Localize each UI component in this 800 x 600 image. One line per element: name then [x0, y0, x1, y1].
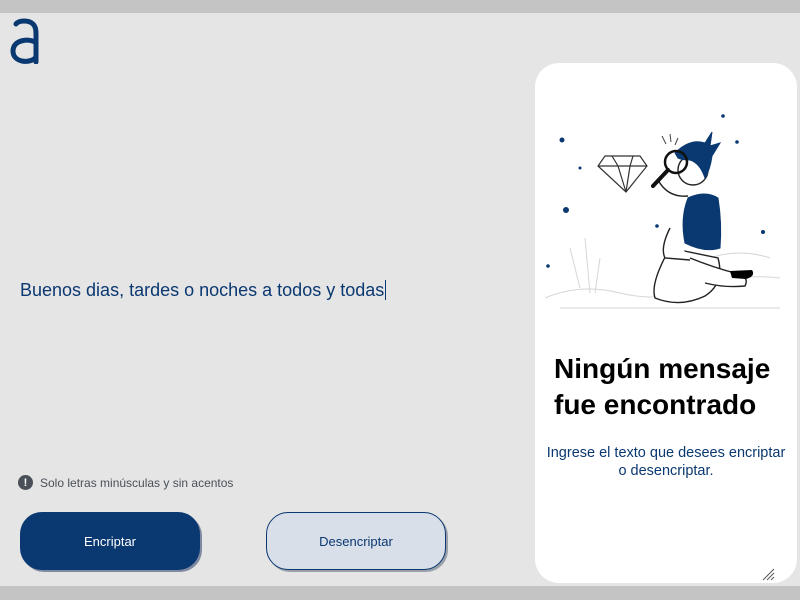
text-caret [385, 280, 387, 300]
person-with-magnifier-illustration [544, 114, 781, 309]
message-text: Buenos dias, tardes o noches a todos y t… [20, 280, 385, 300]
hint-text: Solo letras minúsculas y sin acentos [40, 475, 234, 490]
window-bottom-strip [0, 586, 800, 600]
window-top-strip [0, 0, 800, 13]
encrypt-button[interactable]: Encriptar [20, 512, 200, 570]
resize-grip-icon[interactable] [761, 567, 775, 581]
output-panel: Ningún mensaje fue encontrado Ingrese el… [535, 63, 797, 583]
decrypt-button[interactable]: Desencriptar [266, 512, 446, 570]
hint-row: ! Solo letras minúsculas y sin acentos [18, 475, 233, 490]
no-message-subtitle: Ingrese el texto que desees encriptar o … [546, 445, 786, 479]
message-textarea[interactable]: Buenos dias, tardes o noches a todos y t… [20, 280, 510, 301]
no-message-title: Ningún mensaje fue encontrado [554, 353, 771, 420]
alura-logo-icon [10, 18, 39, 64]
exclamation-icon: ! [18, 475, 33, 490]
